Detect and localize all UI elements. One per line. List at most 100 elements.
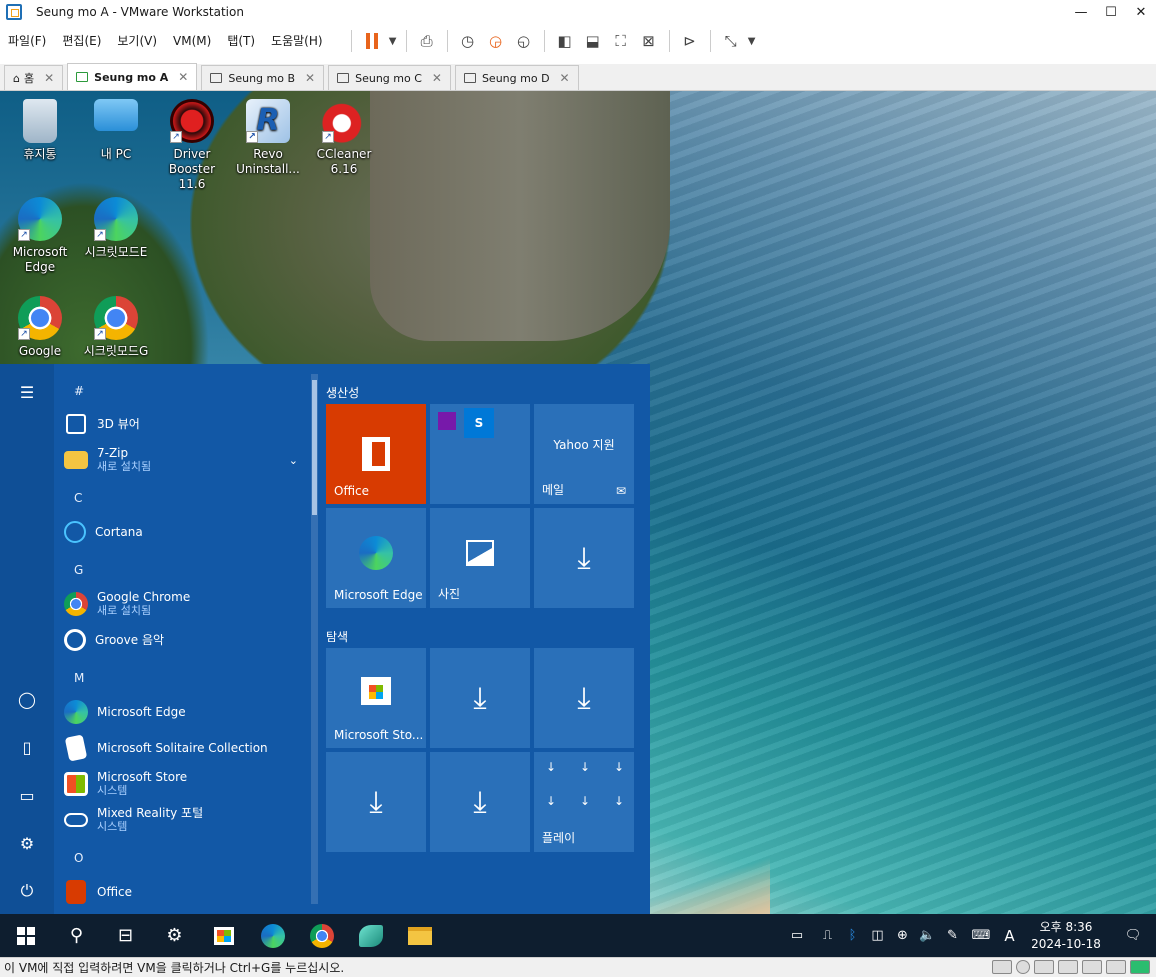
app-microsoft-store[interactable]: Microsoft Store 시스템 bbox=[64, 767, 304, 801]
tab-home[interactable]: ⌂ 홈 ✕ bbox=[4, 65, 64, 90]
app-microsoft-solitaire[interactable]: Microsoft Solitaire Collection bbox=[64, 731, 304, 765]
console-icon[interactable]: ⊳ bbox=[676, 28, 704, 54]
usb-device-icon[interactable]: ⎍ bbox=[815, 928, 840, 943]
desktop-icon-microsoft-edge[interactable]: ↗ Microsoft Edge bbox=[2, 197, 78, 275]
desktop-icon-google[interactable]: ↗ Google bbox=[2, 296, 78, 359]
usb-controller-icon[interactable] bbox=[1058, 960, 1078, 974]
app-list-header[interactable]: C bbox=[74, 491, 82, 505]
tab-seung-mo-a[interactable]: Seung mo A ✕ bbox=[67, 63, 198, 90]
tile-microsoft-edge[interactable]: Microsoft Edge bbox=[326, 508, 426, 608]
app-list-scrollbar[interactable] bbox=[311, 374, 318, 904]
action-center-icon[interactable]: 🗨 bbox=[1110, 928, 1156, 943]
tile-photos[interactable]: 사진 bbox=[430, 508, 530, 608]
send-ctrl-alt-del-icon[interactable]: ⎙ bbox=[413, 28, 441, 54]
desktop-icon-recycle-bin[interactable]: 휴지통 bbox=[2, 99, 78, 162]
close-tab-icon[interactable]: ✕ bbox=[44, 71, 54, 85]
tab-seung-mo-b[interactable]: Seung mo B ✕ bbox=[201, 65, 325, 90]
ime-indicator[interactable]: A bbox=[997, 927, 1022, 945]
documents-icon[interactable]: ▯ bbox=[0, 729, 54, 765]
start-button[interactable] bbox=[0, 914, 52, 957]
tile-download-placeholder[interactable]: ⤓ bbox=[534, 508, 634, 608]
pictures-icon[interactable]: ▭ bbox=[0, 777, 54, 813]
volume-icon[interactable]: 🔈 bbox=[915, 928, 940, 943]
file-explorer-icon[interactable] bbox=[395, 914, 444, 957]
tile-yahoo-mail[interactable]: Yahoo 지원 메일 ✉ bbox=[534, 404, 634, 504]
task-view-icon[interactable]: ⊟ bbox=[101, 914, 150, 957]
menu-view[interactable]: 보기(V) bbox=[109, 26, 165, 56]
bird-app-icon[interactable] bbox=[346, 914, 395, 957]
desktop-icon-this-pc[interactable]: 내 PC bbox=[78, 99, 154, 162]
chevron-down-icon[interactable]: ▼ bbox=[386, 28, 400, 54]
tab-seung-mo-c[interactable]: Seung mo C ✕ bbox=[328, 65, 451, 90]
fullscreen-icon[interactable]: ⛶ bbox=[607, 28, 635, 54]
app-groove-music[interactable]: Groove 음악 bbox=[64, 623, 304, 657]
close-tab-icon[interactable]: ✕ bbox=[432, 71, 442, 85]
menu-edit[interactable]: 편집(E) bbox=[54, 26, 109, 56]
power-icon[interactable]: ⏻ bbox=[0, 873, 54, 909]
desktop-icon-ccleaner[interactable]: ↗ CCleaner 6.16 bbox=[306, 99, 382, 177]
tile-microsoft-store[interactable]: Microsoft Sto... bbox=[326, 648, 426, 748]
desktop-icon-driver-booster[interactable]: ↗ Driver Booster 11.6 bbox=[154, 99, 230, 192]
notification-center-icon[interactable]: ▭ bbox=[779, 928, 815, 943]
close-tab-icon[interactable]: ✕ bbox=[560, 71, 570, 85]
pen-icon[interactable]: ✎ bbox=[940, 928, 965, 943]
user-account-icon[interactable]: ◯ bbox=[0, 681, 54, 717]
bluetooth-icon[interactable]: ᛒ bbox=[840, 928, 865, 943]
tile-download-placeholder[interactable]: ⤓ bbox=[326, 752, 426, 852]
desktop-icon-revo-uninstaller[interactable]: R ↗ Revo Uninstall... bbox=[230, 99, 306, 177]
close-tab-icon[interactable]: ✕ bbox=[305, 71, 315, 85]
desktop-icon-secret-mode-edge[interactable]: ↗ 시크릿모드E bbox=[78, 197, 154, 260]
tile-download-placeholder[interactable]: ⤓ bbox=[430, 648, 530, 748]
message-log-icon[interactable] bbox=[1130, 960, 1150, 974]
touch-keyboard-icon[interactable]: ⌨ bbox=[965, 928, 997, 943]
printer-icon[interactable] bbox=[1106, 960, 1126, 974]
hard-disk-icon[interactable] bbox=[992, 960, 1012, 974]
unity-icon[interactable]: ⊠ bbox=[635, 28, 663, 54]
close-button[interactable]: ✕ bbox=[1126, 0, 1156, 24]
app-google-chrome[interactable]: Google Chrome 새로 설치됨 bbox=[64, 587, 304, 621]
revert-snapshot-icon[interactable]: ◶ bbox=[482, 28, 510, 54]
menu-vm[interactable]: VM(M) bbox=[165, 26, 219, 56]
sound-card-icon[interactable] bbox=[1082, 960, 1102, 974]
app-list-header[interactable]: G bbox=[74, 563, 83, 577]
close-tab-icon[interactable]: ✕ bbox=[178, 70, 188, 84]
snapshot-manager-icon[interactable]: ◵ bbox=[510, 28, 538, 54]
pause-button[interactable] bbox=[358, 28, 386, 54]
tile-download-placeholder[interactable]: ⤓ bbox=[534, 648, 634, 748]
tile-group-label[interactable]: 탐색 bbox=[326, 628, 348, 645]
app-3d-viewer[interactable]: 3D 뷰어 bbox=[64, 407, 304, 441]
cd-drive-icon[interactable] bbox=[1016, 960, 1030, 974]
app-mixed-reality-portal[interactable]: Mixed Reality 포털 시스템 bbox=[64, 803, 304, 837]
store-bag-icon[interactable] bbox=[199, 914, 248, 957]
scrollbar-thumb[interactable] bbox=[312, 380, 317, 515]
app-list-header[interactable]: O bbox=[74, 851, 83, 865]
expand-chevron-icon[interactable]: ⌄ bbox=[289, 454, 298, 467]
tile-download-placeholder[interactable]: ⤓ bbox=[430, 752, 530, 852]
app-microsoft-edge[interactable]: Microsoft Edge bbox=[64, 695, 304, 729]
app-cortana[interactable]: Cortana bbox=[64, 515, 304, 549]
edge-icon[interactable] bbox=[248, 914, 297, 957]
app-7zip[interactable]: 7-Zip 새로 설치됨 ⌄ bbox=[64, 443, 304, 477]
network-globe-icon[interactable]: ⊕ bbox=[890, 928, 915, 943]
app-list-header[interactable]: M bbox=[74, 671, 84, 685]
tab-seung-mo-d[interactable]: Seung mo D ✕ bbox=[454, 65, 579, 90]
tile-group-label[interactable]: 생산성 bbox=[326, 384, 359, 401]
menu-help[interactable]: 도움말(H) bbox=[263, 26, 331, 56]
network-adapter-icon[interactable] bbox=[1034, 960, 1054, 974]
desktop-icon-secret-mode-chrome[interactable]: ↗ 시크릿모드G bbox=[78, 296, 154, 359]
settings-gear-icon[interactable]: ⚙ bbox=[0, 825, 54, 861]
chevron-down-icon[interactable]: ▼ bbox=[745, 28, 759, 54]
snapshot-icon[interactable]: ◷ bbox=[454, 28, 482, 54]
hamburger-menu-icon[interactable]: ☰ bbox=[0, 374, 54, 410]
chrome-icon[interactable] bbox=[297, 914, 346, 957]
sidebar-toggle-icon[interactable]: ◧ bbox=[551, 28, 579, 54]
minimize-button[interactable]: — bbox=[1066, 0, 1096, 24]
maximize-button[interactable]: ☐ bbox=[1096, 0, 1126, 24]
tile-office-apps[interactable]: S bbox=[430, 404, 530, 504]
meet-now-icon[interactable]: ◫ bbox=[865, 928, 890, 943]
app-list-header[interactable]: # bbox=[74, 384, 84, 398]
stretch-guest-icon[interactable]: ⤡ bbox=[717, 28, 745, 54]
vm-display[interactable]: 휴지통 내 PC ↗ Driver Booster 11.6 R ↗ Revo U… bbox=[0, 91, 1156, 957]
settings-gear-icon[interactable]: ⚙ bbox=[150, 914, 199, 957]
clock[interactable]: 오후 8:36 2024-10-18 bbox=[1022, 919, 1110, 953]
